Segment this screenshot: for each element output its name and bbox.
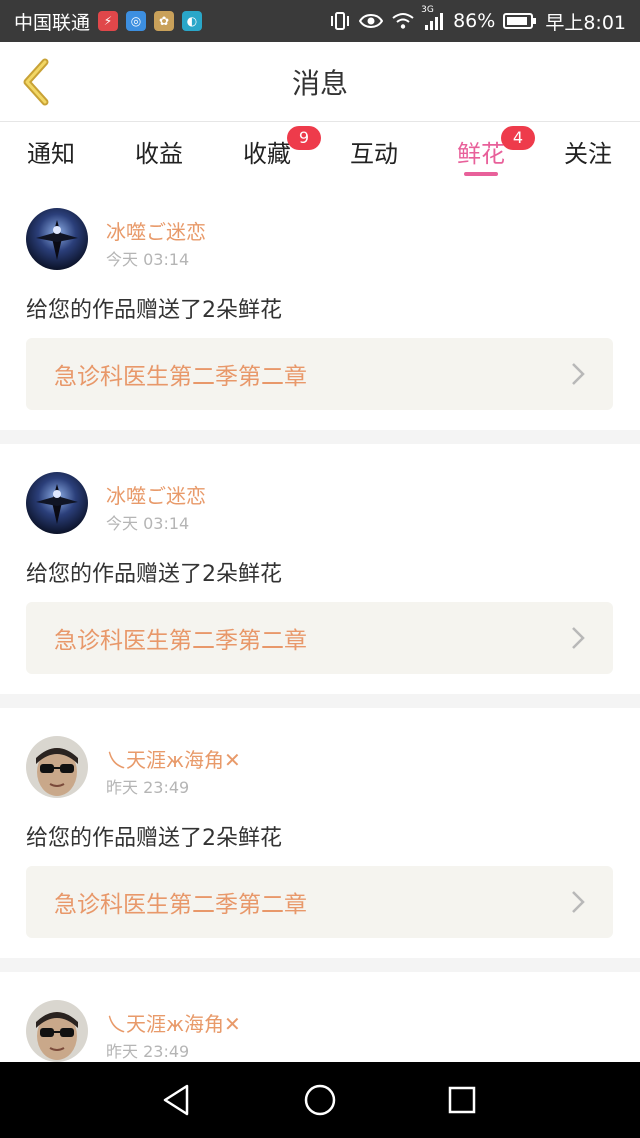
tab-label: 通知 [27, 139, 75, 168]
store-app-icon: ◐ [182, 11, 203, 31]
message-text: 给您的作品赠送了2朵鲜花 [26, 562, 282, 587]
sender-name[interactable]: 乀天涯ж海角✕ [106, 1008, 241, 1037]
battery-percent: 86% [453, 10, 496, 32]
tab-flowers[interactable]: 鲜花 4 [426, 122, 536, 180]
work-title: 急诊科医生第二季第二章 [54, 892, 307, 918]
tab-following[interactable]: 关注 [533, 122, 640, 180]
active-tab-indicator [464, 172, 498, 176]
avatar[interactable] [26, 1000, 88, 1062]
work-title: 急诊科医生第二季第二章 [54, 364, 307, 390]
unread-count-badge: 9 [287, 125, 321, 150]
messages-screen: 中国联通 ⚡ ◎ ✿ ◐ 3G 86% 早上8:01 消息 通知 收益 收藏 9… [0, 0, 640, 1138]
message-list[interactable]: 冰噬ご迷恋 今天 03:14 给您的作品赠送了2朵鲜花 急诊科医生第二季第二章 … [0, 180, 640, 1062]
carrier-label: 中国联通 [14, 11, 91, 34]
message-time: 今天 03:14 [106, 514, 190, 533]
work-link[interactable]: 急诊科医生第二季第二章 [26, 602, 613, 674]
message-card: 冰噬ご迷恋 今天 03:14 给您的作品赠送了2朵鲜花 急诊科医生第二季第二章 [0, 180, 640, 430]
message-text: 给您的作品赠送了2朵鲜花 [26, 826, 282, 851]
recents-square-icon [448, 1086, 476, 1114]
message-text: 给您的作品赠送了2朵鲜花 [26, 298, 282, 323]
clock: 早上8:01 [545, 11, 626, 34]
tab-label: 关注 [564, 139, 612, 168]
vibrate-icon [329, 11, 351, 31]
sender-name[interactable]: 乀天涯ж海角✕ [106, 744, 241, 773]
tab-label: 鲜花 [457, 139, 505, 168]
message-card: 乀天涯ж海角✕ 昨天 23:49 给您的作品赠送了2朵鲜花 急诊科医生第二季第二… [0, 708, 640, 958]
message-time: 今天 03:14 [106, 250, 190, 269]
signal-icon: 3G [421, 5, 445, 31]
avatar[interactable] [26, 472, 88, 534]
tab-interactions[interactable]: 互动 [319, 122, 429, 180]
tab-notifications[interactable]: 通知 [0, 122, 106, 180]
unread-count-badge: 4 [501, 125, 535, 150]
app-header: 消息 [0, 42, 640, 122]
avatar[interactable] [26, 736, 88, 798]
message-tabs: 通知 收益 收藏 9 互动 鲜花 4 关注 [0, 122, 640, 180]
tab-label: 收藏 [243, 139, 291, 168]
tab-earnings[interactable]: 收益 [104, 122, 214, 180]
chevron-right-icon [572, 363, 585, 385]
power-app-icon: ⚡ [98, 11, 119, 31]
nav-back-button[interactable] [152, 1076, 202, 1124]
page-title: 消息 [291, 67, 348, 100]
eye-icon [359, 12, 384, 30]
chevron-right-icon [572, 891, 585, 913]
work-link[interactable]: 急诊科医生第二季第二章 [26, 338, 613, 410]
nav-home-button[interactable] [295, 1076, 345, 1124]
system-nav-bar [0, 1062, 640, 1138]
chevron-right-icon [572, 627, 585, 649]
tab-label: 收益 [135, 139, 183, 168]
battery-icon [503, 12, 537, 30]
home-circle-icon [304, 1084, 336, 1116]
tab-label: 互动 [350, 139, 398, 168]
tab-favorites[interactable]: 收藏 9 [212, 122, 322, 180]
message-card: 乀天涯ж海角✕ 昨天 23:49 [0, 972, 640, 1062]
status-bar-left: 中国联通 ⚡ ◎ ✿ ◐ [14, 8, 203, 35]
network-type-label: 3G [421, 5, 434, 15]
message-time: 昨天 23:49 [106, 1042, 190, 1061]
status-bar-right: 3G 86% 早上8:01 [329, 5, 626, 35]
message-card: 冰噬ご迷恋 今天 03:14 给您的作品赠送了2朵鲜花 急诊科医生第二季第二章 [0, 444, 640, 694]
back-triangle-icon [163, 1084, 189, 1116]
work-title: 急诊科医生第二季第二章 [54, 628, 307, 654]
sender-name[interactable]: 冰噬ご迷恋 [106, 480, 206, 509]
work-link[interactable]: 急诊科医生第二季第二章 [26, 866, 613, 938]
status-bar: 中国联通 ⚡ ◎ ✿ ◐ 3G 86% 早上8:01 [0, 0, 640, 42]
huawei-app-icon: ✿ [154, 11, 175, 31]
nav-recents-button[interactable] [437, 1076, 487, 1124]
wifi-icon [391, 12, 415, 30]
avatar[interactable] [26, 208, 88, 270]
sender-name[interactable]: 冰噬ご迷恋 [106, 216, 206, 245]
message-time: 昨天 23:49 [106, 778, 190, 797]
browser-app-icon: ◎ [126, 11, 147, 31]
